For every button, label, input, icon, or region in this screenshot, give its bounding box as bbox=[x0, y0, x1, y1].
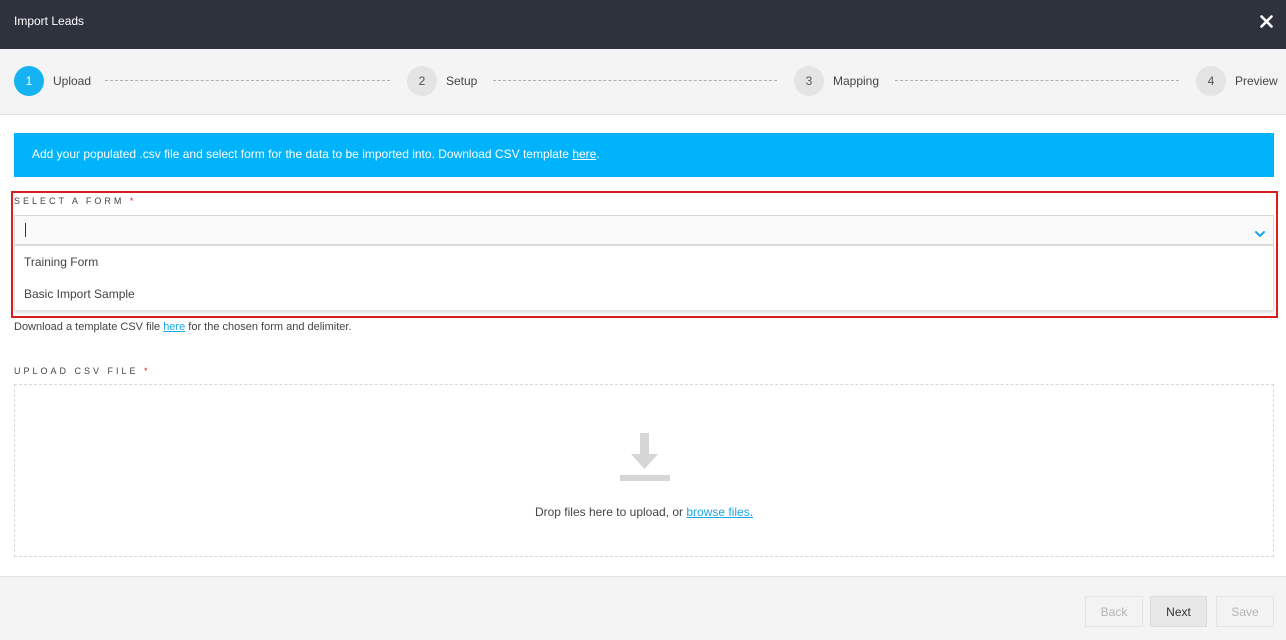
back-button[interactable]: Back bbox=[1085, 596, 1143, 627]
chevron-down-icon[interactable] bbox=[1254, 226, 1266, 244]
required-marker: * bbox=[144, 366, 151, 376]
modal-title: Import Leads bbox=[14, 14, 85, 28]
step-number: 1 bbox=[14, 66, 44, 96]
save-button[interactable]: Save bbox=[1216, 596, 1274, 627]
step-connector bbox=[895, 80, 1179, 81]
required-marker: * bbox=[129, 196, 137, 206]
browse-files-link[interactable]: browse files. bbox=[686, 505, 753, 519]
template-download-link[interactable]: here bbox=[572, 147, 596, 161]
next-button[interactable]: Next bbox=[1150, 596, 1207, 627]
dropzone-instruction: Drop files here to upload, or bbox=[534, 505, 687, 519]
step-label: Setup bbox=[446, 74, 478, 88]
dropdown-option-basic-import-sample[interactable]: Basic Import Sample bbox=[15, 278, 1273, 310]
dropdown-option-training-form[interactable]: Training Form bbox=[15, 246, 1273, 278]
step-number: 4 bbox=[1196, 66, 1226, 96]
upload-csv-label-text: UPLOAD CSV FILE bbox=[14, 366, 139, 376]
step-label: Mapping bbox=[833, 74, 880, 88]
text-cursor bbox=[25, 223, 26, 237]
modal-footer: Back Next Save bbox=[0, 576, 1286, 640]
upload-csv-label: UPLOAD CSV FILE * bbox=[14, 366, 151, 376]
step-label: Preview bbox=[1235, 74, 1278, 88]
step-upload: 1 Upload bbox=[14, 66, 91, 96]
wizard-steps: 1 Upload 2 Setup 3 Mapping 4 Preview bbox=[0, 49, 1286, 115]
dropzone-text: Drop files here to upload, or browse fil… bbox=[15, 505, 1273, 519]
step-connector bbox=[105, 80, 390, 81]
form-template-link[interactable]: here bbox=[163, 321, 185, 333]
step-label: Upload bbox=[53, 74, 92, 88]
step-preview: 4 Preview bbox=[1196, 66, 1278, 96]
form-select-dropdown: Training Form Basic Import Sample bbox=[14, 245, 1274, 311]
download-arrow-icon bbox=[620, 433, 670, 488]
step-connector bbox=[493, 80, 777, 81]
step-number: 2 bbox=[407, 66, 437, 96]
form-select-input[interactable] bbox=[14, 215, 1274, 245]
banner-text: Add your populated .csv file and select … bbox=[32, 147, 573, 161]
step-mapping: 3 Mapping bbox=[794, 66, 879, 96]
select-form-label: SELECT A FORM * bbox=[14, 196, 136, 206]
template-hint: Download a template CSV file here for th… bbox=[14, 321, 352, 333]
info-banner: Add your populated .csv file and select … bbox=[14, 133, 1274, 177]
step-number: 3 bbox=[794, 66, 824, 96]
select-form-label-text: SELECT A FORM bbox=[14, 196, 125, 206]
file-dropzone[interactable]: Drop files here to upload, or browse fil… bbox=[14, 384, 1274, 557]
modal-header: Import Leads bbox=[0, 0, 1286, 49]
hint-suffix: for the chosen form and delimiter. bbox=[185, 321, 352, 333]
hint-text: Download a template CSV file bbox=[14, 321, 164, 333]
step-setup: 2 Setup bbox=[407, 66, 477, 96]
banner-suffix: . bbox=[596, 147, 600, 161]
close-icon[interactable] bbox=[1258, 10, 1276, 32]
